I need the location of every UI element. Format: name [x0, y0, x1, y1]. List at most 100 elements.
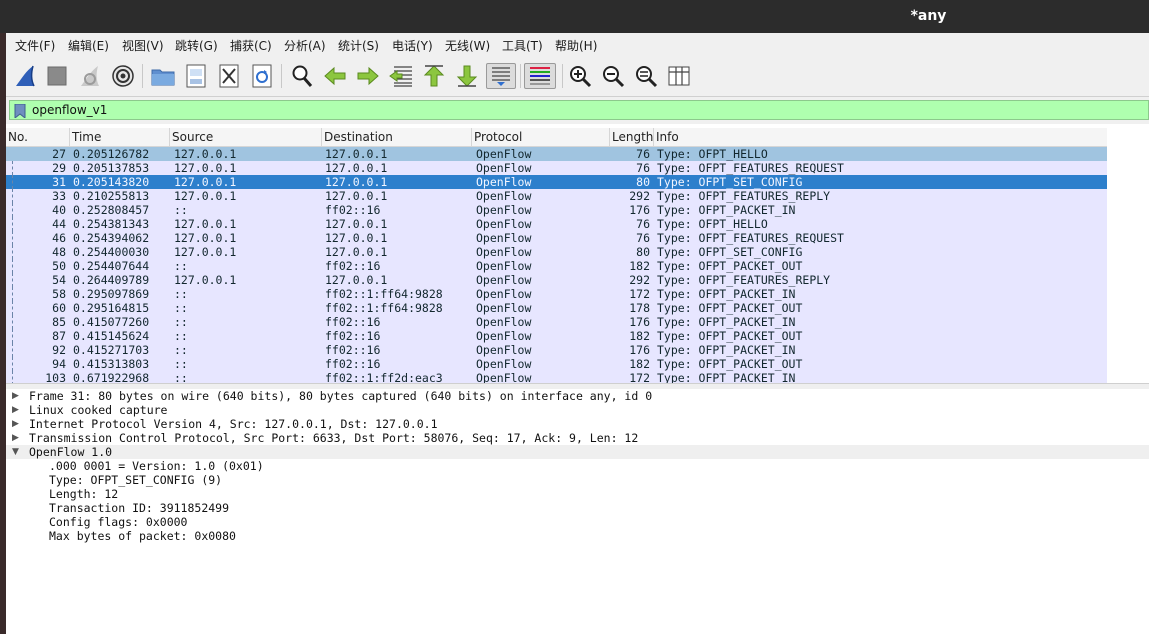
zoom-normal-icon[interactable]	[633, 63, 659, 89]
cell-len: 178	[629, 301, 650, 315]
packet-row[interactable]: 103 0.671922968:: ff02::1:ff2d:eac3 OpenFlo…	[6, 371, 1107, 383]
menu-view[interactable]: 视图(V)	[122, 37, 164, 54]
cell-no: 40	[52, 203, 66, 217]
cell-proto: OpenFlow	[476, 273, 532, 287]
cell-len: 182	[629, 329, 650, 343]
last-packet-icon[interactable]	[454, 63, 480, 89]
openflow-field[interactable]: Type: OFPT_SET_CONFIG (9)	[49, 473, 222, 487]
cell-proto: OpenFlow	[476, 217, 532, 231]
cell-len: 76	[636, 231, 650, 245]
menu-tools[interactable]: 工具(T)	[502, 37, 543, 54]
menu-wireless[interactable]: 无线(W)	[445, 37, 490, 54]
collapse-arrow-icon[interactable]: ▼	[12, 445, 22, 459]
cell-proto: OpenFlow	[476, 315, 532, 329]
zoom-out-icon[interactable]	[600, 63, 626, 89]
packet-row[interactable]: 87 0.415145624:: ff02::16 OpenFlow 182 Type: …	[6, 329, 1107, 343]
packet-row[interactable]: 54 0.264409789 127.0.0.1 127.0.0.1 OpenFlow 2…	[6, 273, 1107, 287]
cell-proto: OpenFlow	[476, 343, 532, 357]
cell-src: ::	[174, 329, 188, 343]
menu-statistics[interactable]: 统计(S)	[338, 37, 379, 54]
back-arrow-icon[interactable]	[322, 63, 348, 89]
tree-item-openflow[interactable]: ▼ OpenFlow 1.0	[6, 445, 1149, 459]
cell-time: 0.295164815	[73, 301, 150, 315]
packet-row[interactable]: 31 0.205143820 127.0.0.1 127.0.0.1 OpenFlow 8…	[6, 175, 1107, 189]
packet-row[interactable]: 33 0.210255813 127.0.0.1 127.0.0.1 OpenFlow 2…	[6, 189, 1107, 203]
packet-row[interactable]: 58 0.295097869:: ff02::1:ff64:9828 OpenFlow…	[6, 287, 1107, 301]
column-protocol[interactable]: Protocol	[472, 128, 610, 146]
menu-file[interactable]: 文件(F)	[15, 37, 55, 54]
column-no[interactable]: No.	[6, 128, 70, 146]
column-destination[interactable]: Destination	[322, 128, 472, 146]
openflow-field[interactable]: Max bytes of packet: 0x0080	[49, 529, 236, 543]
cell-src: 127.0.0.1	[174, 161, 237, 175]
menu-help[interactable]: 帮助(H)	[555, 37, 597, 54]
cell-dst: ff02::1:ff2d:eac3	[325, 371, 443, 383]
openflow-field[interactable]: Config flags: 0x0000	[49, 515, 187, 529]
cell-len: 76	[636, 147, 650, 161]
cell-no: 29	[52, 161, 66, 175]
column-length[interactable]: Length	[610, 128, 654, 146]
cell-time: 0.254400030	[73, 245, 150, 259]
packet-row[interactable]: 27 0.205126782 127.0.0.1 127.0.0.1 OpenFlow 7…	[6, 147, 1107, 161]
menu-go[interactable]: 跳转(G)	[175, 37, 218, 54]
open-folder-icon[interactable]	[150, 63, 176, 89]
zoom-in-icon[interactable]	[567, 63, 593, 89]
reload-icon[interactable]	[249, 63, 275, 89]
first-packet-icon[interactable]	[421, 63, 447, 89]
column-source[interactable]: Source	[170, 128, 322, 146]
menu-analyze[interactable]: 分析(A)	[284, 37, 326, 54]
display-filter-input[interactable]: openflow_v1	[9, 100, 1149, 120]
expand-arrow-icon[interactable]: ▶	[12, 403, 22, 417]
cell-src: 127.0.0.1	[174, 217, 237, 231]
packet-row[interactable]: 44 0.254381343 127.0.0.1 127.0.0.1 OpenFlow 7…	[6, 217, 1107, 231]
cell-info: Type: OFPT_SET_CONFIG	[657, 175, 803, 189]
restart-shark-icon[interactable]	[77, 63, 103, 89]
forward-arrow-icon[interactable]	[355, 63, 381, 89]
cell-time: 0.295097869	[73, 287, 150, 301]
cell-no: 60	[52, 301, 66, 315]
cell-no: 94	[52, 357, 66, 371]
cell-time: 0.205143820	[73, 175, 150, 189]
cell-proto: OpenFlow	[476, 259, 532, 273]
cell-time: 0.205126782	[73, 147, 150, 161]
resize-columns-icon[interactable]	[666, 63, 692, 89]
openflow-field[interactable]: Length: 12	[49, 487, 118, 501]
packet-row[interactable]: 85 0.415077260:: ff02::16 OpenFlow 176 Type: …	[6, 315, 1107, 329]
save-file-icon[interactable]	[183, 63, 209, 89]
find-magnifier-icon[interactable]	[289, 63, 315, 89]
packet-row[interactable]: 92 0.415271703:: ff02::16 OpenFlow 176 Type: …	[6, 343, 1107, 357]
packet-row[interactable]: 60 0.295164815:: ff02::1:ff64:9828 OpenFlow…	[6, 301, 1107, 315]
packet-row[interactable]: 46 0.254394062 127.0.0.1 127.0.0.1 OpenFlow 7…	[6, 231, 1107, 245]
close-file-icon[interactable]	[216, 63, 242, 89]
packet-row[interactable]: 40 0.252808457:: ff02::16 OpenFlow 176 Type: …	[6, 203, 1107, 217]
packet-row[interactable]: 94 0.415313803:: ff02::16 OpenFlow 182 Type: …	[6, 357, 1107, 371]
packet-row[interactable]: 48 0.254400030 127.0.0.1 127.0.0.1 OpenFlow 8…	[6, 245, 1107, 259]
capture-options-gear-icon[interactable]	[110, 63, 136, 89]
menu-edit[interactable]: 编辑(E)	[68, 37, 109, 54]
cell-dst: ff02::16	[325, 315, 381, 329]
goto-packet-icon[interactable]	[388, 63, 414, 89]
stop-square-icon[interactable]	[44, 63, 70, 89]
packet-row[interactable]: 50 0.254407644:: ff02::16 OpenFlow 182 Type: …	[6, 259, 1107, 273]
cell-dst: ff02::16	[325, 357, 381, 371]
expand-arrow-icon[interactable]: ▶	[12, 389, 22, 403]
column-time[interactable]: Time	[70, 128, 170, 146]
expand-arrow-icon[interactable]: ▶	[12, 417, 22, 431]
expand-arrow-icon[interactable]: ▶	[12, 431, 22, 445]
packet-row[interactable]: 29 0.205137853 127.0.0.1 127.0.0.1 OpenFlow 7…	[6, 161, 1107, 175]
shark-fin-start-icon[interactable]	[12, 63, 38, 89]
filter-value: openflow_v1	[32, 103, 108, 117]
cell-proto: OpenFlow	[476, 357, 532, 371]
menu-telephony[interactable]: 电话(Y)	[392, 37, 433, 54]
cell-info: Type: OFPT_SET_CONFIG	[657, 245, 803, 259]
autoscroll-icon[interactable]	[486, 63, 516, 89]
openflow-field[interactable]: Transaction ID: 3911852499	[49, 501, 229, 515]
column-info[interactable]: Info	[654, 128, 1107, 146]
cell-no: 85	[52, 315, 66, 329]
colorize-icon[interactable]	[524, 63, 556, 89]
openflow-field[interactable]: .000 0001 = Version: 1.0 (0x01)	[49, 459, 264, 473]
cell-info: Type: OFPT_FEATURES_REPLY	[657, 273, 831, 287]
bookmark-icon[interactable]	[14, 104, 26, 118]
menu-capture[interactable]: 捕获(C)	[230, 37, 272, 54]
main-toolbar	[6, 56, 1149, 97]
